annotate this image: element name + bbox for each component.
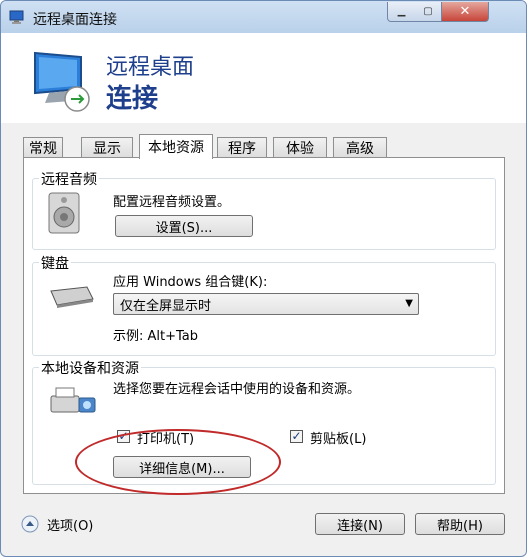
options-label[interactable]: 选项(O): [47, 515, 93, 534]
dropdown-arrow-icon: ▼: [405, 298, 413, 309]
tab-local-resources[interactable]: 本地资源: [139, 134, 213, 159]
clipboard-label[interactable]: 剪贴板(L): [310, 428, 366, 447]
remote-desktop-window: 远程桌面连接 ▁ ▢ ✕ 远程桌面 连接 常规 显示 本地资源 程序 体验 高级…: [0, 0, 527, 557]
tab-experience[interactable]: 体验: [273, 137, 327, 158]
keyboard-group: 键盘 应用 Windows 组合键(K): 仅在全屏显示时 ▼ 示例: Alt+…: [32, 253, 496, 356]
audio-settings-button[interactable]: 设置(S)...: [115, 215, 253, 237]
window-title: 远程桌面连接: [33, 12, 117, 28]
remote-desktop-app-icon: [9, 10, 24, 24]
keyboard-example: 示例: Alt+Tab: [113, 329, 199, 344]
header-banner: 远程桌面 连接: [1, 33, 526, 123]
keyboard-group-label: 键盘: [39, 253, 71, 273]
minimize-button[interactable]: ▁: [387, 2, 416, 22]
header-title-line1: 远程桌面: [106, 55, 195, 80]
windows-key-combination-value: 仅在全屏显示时: [120, 298, 212, 314]
speaker-icon: [48, 192, 80, 234]
keyboard-icon: [50, 286, 94, 308]
monitor-connection-icon: [34, 51, 90, 112]
maximize-button[interactable]: ▢: [415, 2, 442, 22]
clipboard-checkbox[interactable]: ✓: [290, 430, 303, 443]
tab-programs[interactable]: 程序: [217, 137, 267, 158]
devices-description: 选择您要在远程会话中使用的设备和资源。: [113, 382, 361, 397]
help-button[interactable]: 帮助(H): [415, 513, 505, 535]
tab-advanced[interactable]: 高级: [333, 137, 387, 158]
red-highlight-circle: [75, 429, 281, 495]
tab-display[interactable]: 显示: [81, 137, 133, 158]
remote-audio-group: 远程音频 配置远程音频设置。 设置(S)...: [32, 169, 496, 250]
header-title-line2: 连接: [106, 84, 159, 114]
connect-button[interactable]: 连接(N): [315, 513, 405, 535]
options-toggle[interactable]: [21, 515, 39, 533]
printer-devices-icon: [50, 387, 96, 413]
close-button[interactable]: ✕: [442, 2, 489, 22]
title-bar[interactable]: 远程桌面连接 ▁ ▢ ✕: [1, 1, 526, 33]
windows-key-combination-select[interactable]: 仅在全屏显示时 ▼: [113, 293, 419, 315]
tab-general[interactable]: 常规: [23, 137, 63, 158]
remote-audio-group-label: 远程音频: [39, 169, 99, 189]
chevron-up-circle-icon: [21, 515, 39, 533]
audio-description: 配置远程音频设置。: [113, 195, 231, 210]
keyboard-description: 应用 Windows 组合键(K):: [113, 275, 268, 290]
local-devices-group-label: 本地设备和资源: [39, 358, 141, 378]
